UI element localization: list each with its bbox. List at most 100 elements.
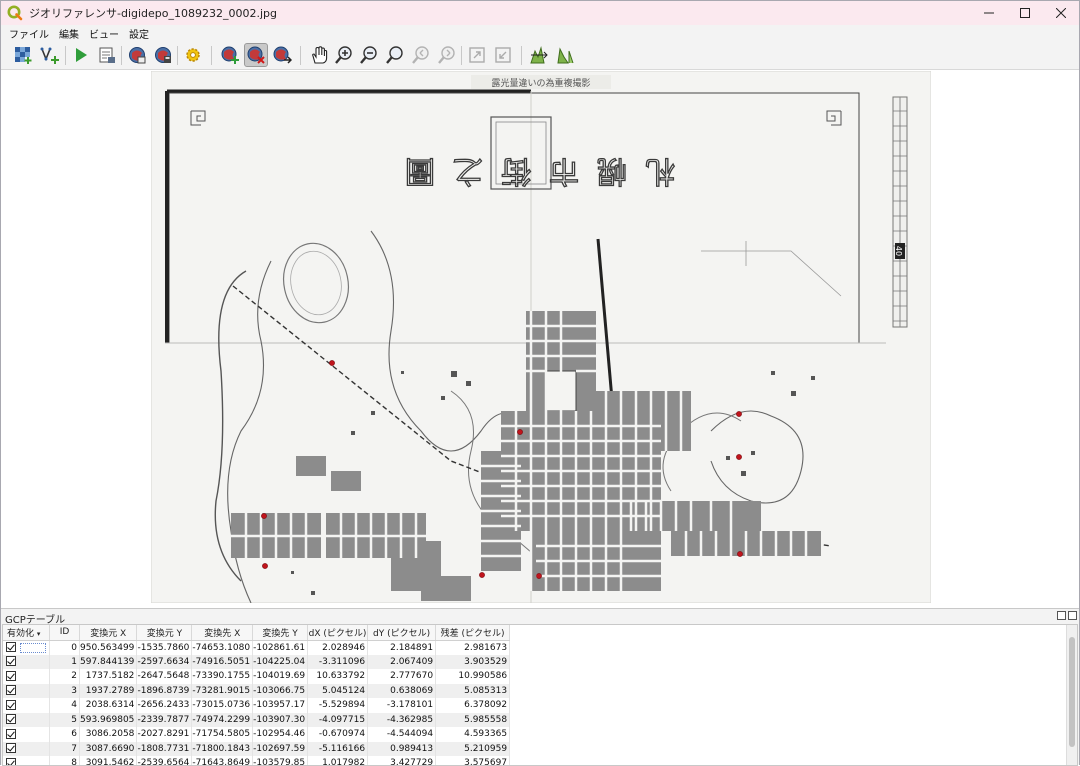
dst-x-cell[interactable]: -73015.0736 [191,698,254,713]
src-y-cell[interactable]: -1535.7860 [136,640,193,655]
dst-x-cell[interactable]: -71754.5805 [191,727,254,742]
table-row[interactable]: 6 3086.2058 -2027.8291 -71754.5805 -102954.4… [3,727,511,742]
gcp-point[interactable] [261,513,267,519]
dy-cell[interactable]: 0.638069 [367,683,437,698]
dy-cell[interactable]: 0.989413 [367,741,437,756]
gcp-id-cell[interactable]: 3 [49,683,80,698]
src-x-cell[interactable]: 2038.6314 [79,698,138,713]
gcp-id-cell[interactable]: 5 [49,712,80,727]
dx-cell[interactable]: -5.529894 [307,698,369,713]
dst-y-cell[interactable]: -102954.46 [252,727,309,742]
gcp-table[interactable]: 有効化 ▾ ID 変換元 X 変換元 Y 変換先 X 変換先 Y dX (ピクセ… [2,624,1078,766]
dy-cell[interactable]: 2.184891 [367,640,437,655]
link-qgis-to-georef-button[interactable] [491,43,515,67]
enabled-checkbox[interactable] [6,714,16,725]
dy-cell[interactable]: -4.544094 [367,727,437,742]
src-y-cell[interactable]: -2027.8291 [136,727,193,742]
menu-settings[interactable]: 設定 [124,26,154,41]
dst-y-cell[interactable]: -102697.59 [252,741,309,756]
dx-cell[interactable]: -5.116166 [307,741,369,756]
zoom-last-button[interactable] [409,43,433,67]
dst-x-cell[interactable]: -74653.1080 [191,640,254,655]
residual-cell[interactable]: 3.903529 [435,654,511,669]
residual-cell[interactable]: 5.085313 [435,683,511,698]
gcp-point[interactable] [517,429,523,435]
src-x-cell[interactable]: 597.844139 [79,654,138,669]
residual-cell[interactable]: 2.981673 [435,640,511,655]
dst-x-cell[interactable]: -74916.5051 [191,654,254,669]
gcp-point[interactable] [736,411,742,417]
dst-y-cell[interactable]: -104225.04 [252,654,309,669]
pan-button[interactable] [307,43,331,67]
table-row[interactable]: 7 3087.6690 -1808.7731 -71800.1843 -102697.5… [3,741,511,756]
gcp-id-cell[interactable]: 0 [49,640,80,655]
table-row[interactable]: 4 2038.6314 -2656.2433 -73015.0736 -103957.1… [3,698,511,713]
src-y-cell[interactable]: -2339.7877 [136,712,193,727]
src-y-cell[interactable]: -1808.7731 [136,741,193,756]
dy-cell[interactable]: 2.067409 [367,654,437,669]
add-raster-button[interactable] [11,43,35,67]
gcp-id-cell[interactable]: 1 [49,654,80,669]
gcp-id-cell[interactable]: 6 [49,727,80,742]
gcp-point[interactable] [737,551,743,557]
dst-x-cell[interactable]: -73281.9015 [191,683,254,698]
gcp-id-cell[interactable]: 4 [49,698,80,713]
src-x-cell[interactable]: 1937.2789 [79,683,138,698]
src-x-cell[interactable]: 950.563499 [79,640,138,655]
table-row[interactable]: 3 1937.2789 -1896.8739 -73281.9015 -103066.7… [3,683,511,698]
full-histogram-stretch-button[interactable] [527,43,551,67]
menu-view[interactable]: ビュー [84,26,124,41]
scrollbar-thumb[interactable] [1069,637,1075,747]
zoom-full-button[interactable] [383,43,407,67]
column-header-src-y[interactable]: 変換元 Y [136,625,193,641]
column-header-dy[interactable]: dY (ピクセル) [367,625,437,641]
dy-cell[interactable]: -4.362985 [367,712,437,727]
dx-cell[interactable]: -3.311096 [307,654,369,669]
column-header-src-x[interactable]: 変換元 X [79,625,138,641]
dy-cell[interactable]: -3.178101 [367,698,437,713]
enabled-checkbox[interactable] [6,641,16,652]
src-x-cell[interactable]: 1737.5182 [79,669,138,684]
src-x-cell[interactable]: 3087.6690 [79,741,138,756]
save-gcp-button[interactable] [151,43,175,67]
table-row[interactable]: 5 593.969805 -2339.7877 -74974.2299 -103907.… [3,712,511,727]
dst-y-cell[interactable]: -102861.61 [252,640,309,655]
table-vertical-scrollbar[interactable] [1066,625,1077,765]
menu-edit[interactable]: 編集 [54,26,84,41]
column-header-residual[interactable]: 残差 (ピクセル) [435,625,511,641]
gcp-id-cell[interactable]: 7 [49,741,80,756]
table-row[interactable]: 0 950.563499 -1535.7860 -74653.1080 -102861.… [3,640,511,655]
start-georeferencing-button[interactable] [69,43,93,67]
menu-file[interactable]: ファイル [4,26,54,41]
src-y-cell[interactable]: -1896.8739 [136,683,193,698]
add-point-button[interactable] [218,43,242,67]
zoom-next-button[interactable] [435,43,459,67]
dst-x-cell[interactable]: -71800.1843 [191,741,254,756]
src-y-cell[interactable]: -2656.2433 [136,698,193,713]
move-point-button[interactable] [270,43,294,67]
column-header-enabled[interactable]: 有効化 ▾ [3,625,50,641]
dx-cell[interactable]: 2.028946 [307,640,369,655]
residual-cell[interactable]: 6.378092 [435,698,511,713]
column-header-dx[interactable]: dX (ピクセル) [307,625,369,641]
gcp-point[interactable] [536,573,542,579]
gcp-point[interactable] [262,563,268,569]
dx-cell[interactable]: -4.097715 [307,712,369,727]
zoom-out-button[interactable] [357,43,381,67]
gcp-id-cell[interactable]: 2 [49,669,80,684]
dy-cell[interactable]: 2.777670 [367,669,437,684]
residual-cell[interactable]: 10.990586 [435,669,511,684]
close-panel-button[interactable] [1068,611,1077,620]
add-vector-button[interactable] [38,43,62,67]
enabled-checkbox[interactable] [6,685,16,696]
link-georef-to-qgis-button[interactable] [465,43,489,67]
enabled-checkbox[interactable] [6,670,16,681]
close-button[interactable] [1043,1,1079,25]
dst-y-cell[interactable]: -103907.30 [252,712,309,727]
src-x-cell[interactable]: 593.969805 [79,712,138,727]
enabled-checkbox[interactable] [6,699,16,710]
generate-gdal-script-button[interactable] [95,43,119,67]
gcp-point[interactable] [736,454,742,460]
map-canvas[interactable]: 露光量違いの為重複撮影 札幌市街之圖 40 [1,71,1079,603]
residual-cell[interactable]: 5.210959 [435,741,511,756]
